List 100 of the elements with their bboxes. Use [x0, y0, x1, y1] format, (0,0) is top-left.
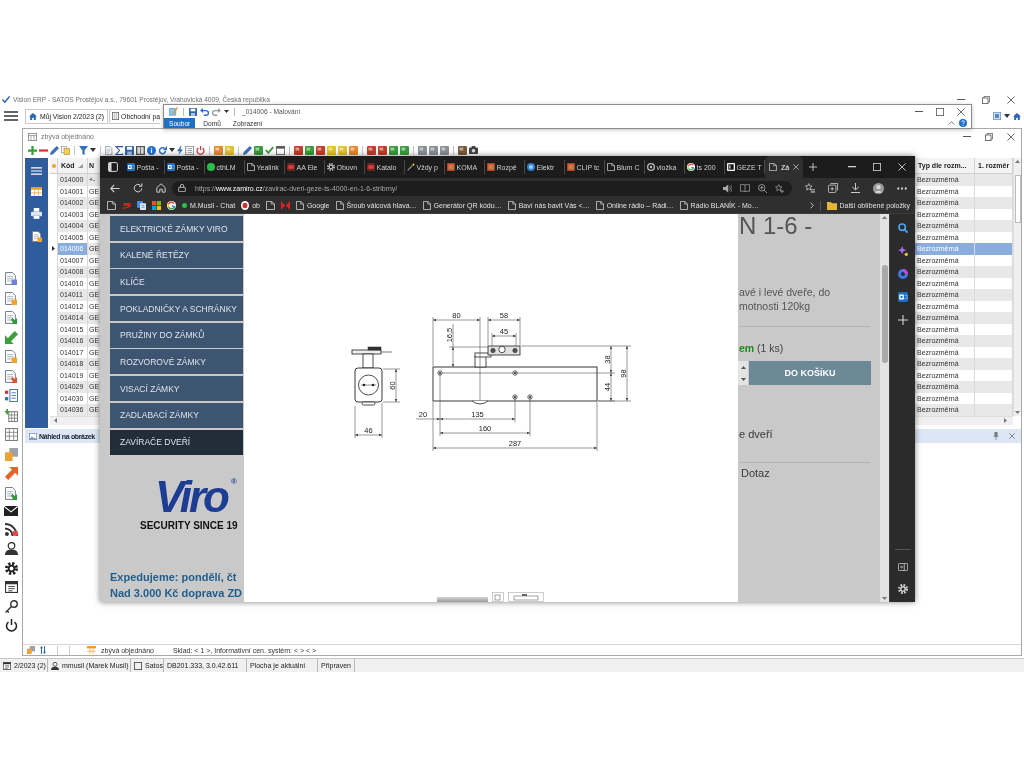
swoosh-icon[interactable] [122, 202, 131, 209]
box-icon[interactable] [305, 145, 314, 155]
scrollbar-thumb[interactable] [1014, 175, 1021, 223]
list-icon[interactable] [185, 145, 194, 155]
filter-icon[interactable] [79, 145, 88, 155]
info-icon[interactable] [147, 145, 156, 155]
box-icon[interactable] [294, 145, 303, 155]
home-icon[interactable] [1013, 112, 1021, 120]
tile-icon[interactable] [993, 112, 1001, 120]
zoom-in-icon[interactable] [758, 183, 767, 193]
printer-icon[interactable] [31, 208, 42, 219]
power-icon[interactable] [4, 619, 18, 632]
scroll-down-icon[interactable] [882, 597, 887, 600]
horizontal-scrollbar[interactable] [50, 415, 100, 425]
lightning-icon[interactable] [177, 145, 183, 155]
document-arrow-icon[interactable] [5, 369, 17, 383]
box-icon[interactable] [458, 145, 467, 155]
category-menu-item[interactable]: POKLADNIČKY A SCHRÁNKY [110, 296, 243, 322]
speaker-icon[interactable] [723, 183, 732, 193]
menu-icon[interactable] [4, 111, 18, 121]
scroll-up-icon[interactable] [1015, 160, 1020, 163]
close-icon[interactable] [957, 107, 965, 116]
category-menu-item[interactable]: PRUŽINY DO ZÁMKŮ [110, 322, 243, 348]
mail-tile-icon[interactable] [897, 292, 908, 302]
numbered-list-icon[interactable] [4, 389, 18, 402]
save-icon[interactable] [189, 107, 197, 116]
mail-icon[interactable] [4, 506, 18, 516]
category-menu-item[interactable]: ELEKTRICKÉ ZÁMKY VIRO [110, 216, 243, 241]
question-link[interactable]: Dotaz [739, 467, 770, 480]
scroll-down-icon[interactable] [1015, 410, 1020, 414]
book-icon[interactable] [136, 145, 145, 155]
minimize-icon[interactable] [848, 166, 856, 168]
table-plus-icon[interactable] [4, 408, 18, 422]
maximize-icon[interactable] [936, 107, 944, 116]
pencil-icon[interactable] [243, 145, 252, 155]
home-icon[interactable] [156, 183, 166, 193]
minimize-icon[interactable] [957, 98, 965, 101]
more-icon[interactable] [897, 186, 907, 190]
back-icon[interactable] [110, 183, 120, 193]
box-icon[interactable] [440, 145, 449, 155]
chevron-up-icon[interactable] [948, 121, 955, 125]
close-icon[interactable] [1007, 132, 1015, 141]
scrollbar-thumb[interactable] [881, 265, 888, 363]
box-icon[interactable] [254, 145, 263, 155]
avatar-icon[interactable] [873, 182, 884, 194]
caret-down-icon[interactable] [740, 377, 746, 381]
vertical-scrollbar[interactable] [1013, 158, 1021, 416]
pin-icon[interactable] [993, 432, 999, 440]
bowtie-icon[interactable] [280, 201, 290, 210]
document-arrow-icon[interactable] [5, 486, 17, 500]
box-icon[interactable] [400, 145, 409, 155]
minimize-icon[interactable] [963, 135, 971, 138]
box-icon[interactable] [367, 145, 376, 155]
quantity-spinner[interactable] [738, 361, 748, 385]
box-icon[interactable] [214, 145, 223, 155]
box-icon[interactable] [429, 145, 438, 155]
chevron-right-icon[interactable] [809, 202, 814, 209]
thumbnail-image[interactable] [437, 597, 488, 602]
pencil-icon[interactable] [50, 145, 59, 155]
page-icon[interactable] [107, 201, 116, 210]
rss-icon[interactable] [4, 522, 18, 536]
panel-icon[interactable] [897, 563, 908, 571]
document-icon[interactable] [5, 291, 17, 305]
caret-icon[interactable] [224, 110, 229, 113]
category-menu-item[interactable]: KALENÉ ŘETĚZY [110, 242, 243, 268]
table-icon[interactable] [4, 428, 18, 441]
page-icon[interactable] [265, 201, 275, 210]
add-to-cart-button[interactable]: DO KOŠÍKU [749, 361, 871, 385]
ring-icon[interactable] [167, 201, 176, 210]
star-list-icon[interactable] [805, 183, 815, 193]
camera-icon[interactable] [469, 146, 478, 154]
document-icon[interactable] [31, 231, 42, 242]
plus-icon[interactable] [28, 145, 37, 155]
scroll-left-icon[interactable] [54, 418, 57, 423]
sparkle-icon[interactable] [897, 246, 908, 256]
caret-icon[interactable] [90, 148, 96, 152]
window-icon[interactable] [276, 145, 285, 155]
search-icon[interactable] [897, 223, 908, 233]
caret-up-icon[interactable] [740, 365, 746, 369]
box-icon[interactable] [316, 145, 325, 155]
undo-icon[interactable] [200, 107, 209, 116]
thumbnail-image[interactable] [508, 592, 544, 602]
document-icon[interactable] [5, 350, 17, 363]
category-menu-item[interactable]: ZAVÍRAČE DVEŘÍ [110, 429, 243, 455]
category-menu-item[interactable]: VISACÍ ZÁMKY [110, 376, 243, 402]
star-plus-icon[interactable] [775, 183, 784, 193]
thumbnail-image[interactable] [492, 592, 504, 602]
scroll-right-icon[interactable] [1004, 418, 1007, 423]
sort-arrows-icon[interactable] [40, 646, 46, 654]
scroll-up-icon[interactable] [882, 216, 887, 219]
minus-icon[interactable] [39, 148, 48, 152]
blocks-icon[interactable] [4, 447, 18, 461]
category-link[interactable]: e dveří [739, 427, 773, 441]
help-icon[interactable] [959, 119, 967, 127]
tick-icon[interactable] [265, 146, 274, 154]
squares-plus-icon[interactable] [828, 183, 838, 193]
category-menu-item[interactable]: ROZVOROVÉ ZÁMKY [110, 349, 243, 375]
tab-panel-icon[interactable] [108, 162, 118, 172]
document-icon[interactable] [5, 272, 17, 285]
restore-icon[interactable] [982, 95, 990, 104]
